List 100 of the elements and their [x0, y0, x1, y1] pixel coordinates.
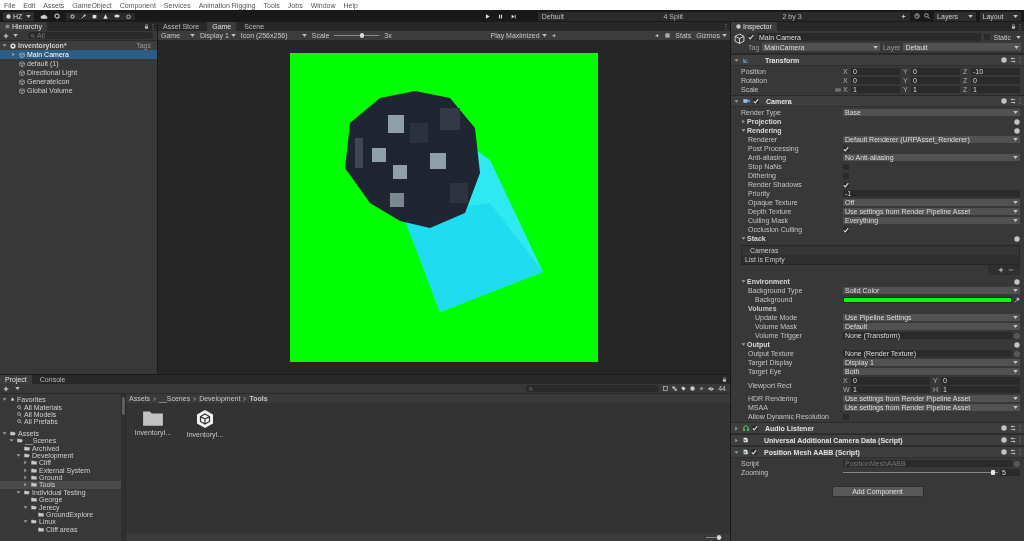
- cube-icon: [19, 78, 25, 85]
- plus-icon[interactable]: [3, 385, 9, 392]
- shapes-icon[interactable]: [672, 386, 678, 391]
- foldout-arrow-icon[interactable]: [23, 519, 28, 525]
- foldout-arrow-icon[interactable]: [2, 430, 7, 436]
- foldout-arrow-icon[interactable]: [741, 342, 746, 347]
- plus-icon[interactable]: [3, 32, 9, 39]
- speaker-icon[interactable]: [655, 33, 661, 38]
- foldout-arrow-icon[interactable]: [741, 279, 746, 284]
- checkbox[interactable]: [843, 181, 849, 188]
- eye-slash-icon[interactable]: [708, 386, 715, 391]
- caret-icon: [1014, 45, 1019, 49]
- foldout-arrow-icon[interactable]: [23, 467, 28, 473]
- wrench-icon[interactable]: [81, 13, 87, 19]
- plus-icon[interactable]: [998, 267, 1004, 273]
- foldout-arrow-icon[interactable]: [9, 438, 14, 444]
- help-icon[interactable]: [1014, 118, 1020, 125]
- color-swatch[interactable]: [843, 296, 1012, 303]
- caret-icon: [230, 34, 236, 37]
- settings-icon[interactable]: [54, 13, 61, 19]
- tag-icon[interactable]: [681, 386, 687, 391]
- settings-sliders-icon[interactable]: [1010, 57, 1016, 63]
- settings-sliders-icon[interactable]: [1010, 98, 1016, 104]
- foldout-arrow-icon[interactable]: [734, 437, 739, 443]
- caret-icon: [872, 45, 878, 49]
- caret-icon: [13, 34, 18, 37]
- folder-icon: [10, 430, 16, 436]
- foldout-arrow-icon[interactable]: [734, 449, 739, 455]
- enable-checkbox[interactable]: [752, 425, 758, 431]
- help-icon[interactable]: [1001, 98, 1007, 104]
- active-checkbox[interactable]: [748, 34, 754, 40]
- slider-thumb[interactable]: [716, 535, 721, 540]
- pause-icon[interactable]: [497, 13, 503, 19]
- lock-icon[interactable]: [1011, 24, 1016, 29]
- foldout-arrow-icon[interactable]: [16, 489, 21, 495]
- settings-sliders-icon[interactable]: [1010, 437, 1016, 443]
- eye-icon[interactable]: [114, 14, 121, 18]
- cube-logo-icon: [195, 409, 215, 429]
- cloud-icon[interactable]: [40, 13, 49, 19]
- eyedropper-icon[interactable]: [1014, 296, 1020, 303]
- foldout-arrow-icon[interactable]: [734, 57, 739, 63]
- play-icon[interactable]: [484, 13, 490, 19]
- chevron-right-icon: [243, 396, 247, 401]
- caret-icon: [15, 387, 20, 390]
- search-field[interactable]: [526, 385, 660, 392]
- step-icon[interactable]: [510, 13, 516, 19]
- enable-checkbox[interactable]: [753, 98, 759, 104]
- foldout-arrow-icon[interactable]: [16, 452, 21, 458]
- foldout-arrow-icon[interactable]: [23, 475, 28, 481]
- slider-thumb[interactable]: [991, 470, 996, 475]
- lock-icon[interactable]: [722, 377, 727, 382]
- help-icon[interactable]: [1001, 57, 1007, 63]
- chevron-right-icon: [153, 396, 156, 401]
- checkbox[interactable]: [843, 226, 849, 233]
- help-icon[interactable]: [1014, 341, 1020, 348]
- search-icon[interactable]: [924, 13, 931, 19]
- foldout-arrow-icon[interactable]: [741, 236, 746, 241]
- caret-icon: [1016, 35, 1021, 39]
- foldout-arrow-icon[interactable]: [23, 482, 28, 488]
- plus-icon[interactable]: [901, 13, 907, 19]
- settings-icon[interactable]: [70, 13, 76, 19]
- caret-icon: [541, 34, 547, 37]
- foldout-arrow-icon[interactable]: [23, 460, 28, 466]
- caret-icon: [1013, 210, 1018, 213]
- list-icon: [5, 24, 10, 29]
- help-icon[interactable]: [1014, 278, 1020, 285]
- link-icon[interactable]: [835, 87, 841, 92]
- caret-icon: [1013, 406, 1018, 409]
- foldout-arrow-icon[interactable]: [734, 98, 739, 104]
- history-icon[interactable]: [914, 13, 921, 19]
- foldout-arrow-icon[interactable]: [2, 43, 7, 48]
- warning-icon[interactable]: [103, 13, 109, 19]
- transform-icon: [743, 57, 749, 63]
- foldout-arrow-icon[interactable]: [23, 504, 28, 510]
- enable-checkbox[interactable]: [751, 449, 757, 455]
- foldout-arrow-icon[interactable]: [741, 128, 746, 133]
- foldout-arrow-icon[interactable]: [734, 425, 739, 431]
- caret-icon: [1013, 138, 1018, 141]
- script-icon: [743, 437, 748, 443]
- star-icon[interactable]: [699, 386, 705, 391]
- checkbox[interactable]: [843, 145, 849, 152]
- search-icon: [529, 386, 534, 391]
- help-icon[interactable]: [1014, 127, 1020, 134]
- foldout-arrow-icon[interactable]: [741, 119, 746, 124]
- search-icon: [17, 419, 22, 425]
- caret-icon: [190, 34, 195, 37]
- caret-icon: [26, 14, 32, 18]
- settings-sliders-icon[interactable]: [1010, 425, 1016, 431]
- lock-icon[interactable]: [144, 24, 149, 29]
- caret-icon: [1012, 14, 1018, 18]
- settings-sliders-icon[interactable]: [1010, 449, 1016, 455]
- caret-icon: [1013, 361, 1018, 364]
- caret-icon: [1013, 316, 1018, 319]
- cube-icon: [19, 51, 25, 58]
- slider-thumb[interactable]: [360, 33, 365, 38]
- foldout-arrow-icon[interactable]: [2, 397, 7, 403]
- help-icon[interactable]: [1014, 235, 1020, 242]
- speaker-icon[interactable]: [551, 33, 557, 38]
- caret-icon: [301, 34, 307, 37]
- star-icon: [10, 397, 15, 403]
